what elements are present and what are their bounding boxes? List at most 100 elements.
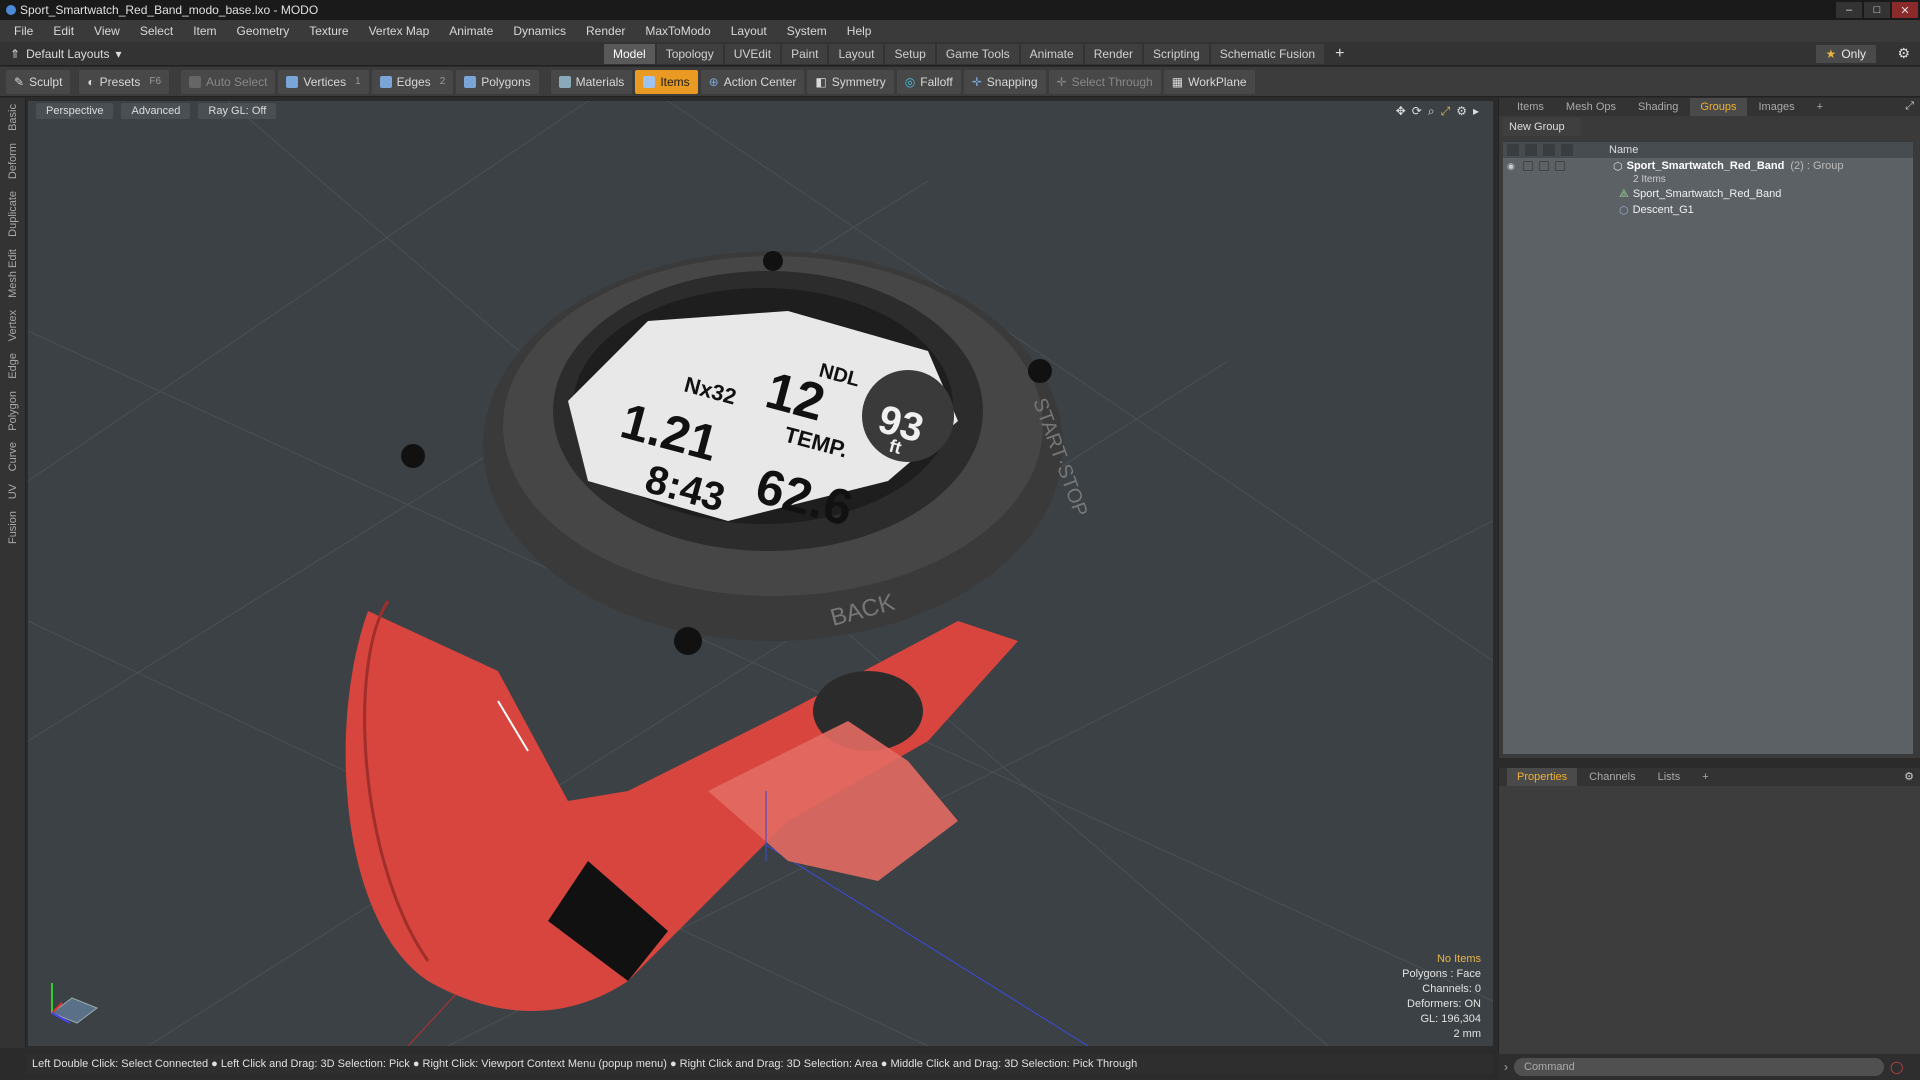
left-tab-mesh-edit[interactable]: Mesh Edit — [0, 243, 26, 304]
tab-images[interactable]: Images — [1749, 98, 1805, 116]
select-through-button[interactable]: ✛ Select Through — [1048, 69, 1161, 94]
properties-gear-icon[interactable]: ⚙ — [1904, 770, 1914, 783]
tab-topology[interactable]: Topology — [656, 44, 723, 64]
menu-render[interactable]: Render — [576, 24, 635, 38]
tab-uvedit[interactable]: UVEdit — [724, 44, 781, 64]
menu-item[interactable]: Item — [183, 24, 226, 38]
workplane-button[interactable]: ▦ WorkPlane — [1163, 69, 1255, 94]
tab-scripting[interactable]: Scripting — [1144, 44, 1209, 64]
tab-lists[interactable]: Lists — [1648, 768, 1691, 786]
menu-edit[interactable]: Edit — [43, 24, 84, 38]
add-properties-tab-icon[interactable]: + — [1692, 768, 1718, 786]
lock-column-icon[interactable] — [1543, 144, 1555, 156]
tab-properties[interactable]: Properties — [1507, 768, 1578, 786]
command-arrow-icon: › — [1504, 1060, 1508, 1074]
left-tab-fusion[interactable]: Fusion — [0, 505, 26, 550]
workplane-icon: ▦ — [1171, 74, 1184, 89]
left-tab-uv[interactable]: UV — [0, 478, 26, 505]
menu-select[interactable]: Select — [130, 24, 183, 38]
minimize-button[interactable]: – — [1836, 2, 1862, 18]
raygl-toggle[interactable]: Ray GL: Off — [198, 103, 277, 119]
menu-animate[interactable]: Animate — [439, 24, 503, 38]
new-group-button[interactable]: New Group — [1503, 118, 1581, 136]
tab-items[interactable]: Items — [1507, 98, 1554, 116]
auto-select-button[interactable]: Auto Select — [181, 69, 276, 94]
3d-viewport[interactable]: Perspective Advanced Ray GL: Off ✥ ⟳ ⌕ ⤢… — [28, 101, 1493, 1046]
tree-item-mesh[interactable]: ⟁ Sport_Smartwatch_Red_Band — [1503, 186, 1913, 202]
presets-button[interactable]: ◐ Presets F6 — [79, 69, 170, 94]
group-icon: ⬡ — [1613, 160, 1623, 173]
render-column-icon[interactable] — [1525, 144, 1537, 156]
left-tab-duplicate[interactable]: Duplicate — [0, 185, 26, 243]
menu-geometry[interactable]: Geometry — [227, 24, 300, 38]
menu-view[interactable]: View — [84, 24, 130, 38]
menu-layout[interactable]: Layout — [721, 24, 777, 38]
pan-icon[interactable]: ✥ — [1396, 104, 1406, 119]
tab-schematic-fusion[interactable]: Schematic Fusion — [1210, 44, 1325, 64]
menu-texture[interactable]: Texture — [299, 24, 358, 38]
maximize-button[interactable]: □ — [1864, 2, 1890, 18]
gear-icon[interactable]: ⚙ — [1897, 45, 1910, 62]
view-type-dropdown[interactable]: Perspective — [36, 103, 114, 119]
viewport-gear-icon[interactable]: ⚙ — [1456, 104, 1467, 119]
properties-panel: Properties Channels Lists + ⚙ — [1498, 768, 1920, 1054]
close-button[interactable]: ✕ — [1892, 2, 1918, 18]
edges-button[interactable]: Edges 2 — [371, 69, 454, 94]
only-toggle[interactable]: ★ Only — [1815, 45, 1876, 63]
star-icon: ★ — [1825, 47, 1837, 61]
tab-groups[interactable]: Groups — [1690, 98, 1747, 116]
menu-vertex-map[interactable]: Vertex Map — [359, 24, 440, 38]
left-tab-basic[interactable]: Basic — [0, 98, 26, 137]
action-center-button[interactable]: ⊕ Action Center — [700, 69, 805, 94]
menu-system[interactable]: System — [777, 24, 837, 38]
tab-mesh-ops[interactable]: Mesh Ops — [1556, 98, 1626, 116]
render-toggle-icon[interactable] — [1523, 161, 1533, 171]
menu-file[interactable]: File — [4, 24, 43, 38]
menu-maxtomodo[interactable]: MaxToModo — [635, 24, 720, 38]
materials-button[interactable]: Materials — [550, 69, 633, 94]
menu-help[interactable]: Help — [837, 24, 882, 38]
name-column-header[interactable]: Name — [1595, 144, 1638, 156]
tab-game-tools[interactable]: Game Tools — [936, 44, 1019, 64]
polygons-button[interactable]: Polygons — [456, 69, 539, 94]
falloff-button[interactable]: ◎ Falloff — [896, 69, 961, 94]
tree-item-descent[interactable]: ⬡ Descent_G1 — [1503, 202, 1913, 218]
left-tab-edge[interactable]: Edge — [0, 347, 26, 385]
items-button[interactable]: Items — [635, 69, 698, 94]
tab-animate[interactable]: Animate — [1020, 44, 1083, 64]
default-layouts-dropdown[interactable]: ⇑ Default Layouts ▾ — [0, 47, 170, 61]
lock-toggle-icon[interactable] — [1539, 161, 1549, 171]
tab-setup[interactable]: Setup — [885, 44, 935, 64]
left-tab-polygon[interactable]: Polygon — [0, 385, 26, 437]
left-tab-vertex[interactable]: Vertex — [0, 304, 26, 347]
group-row[interactable]: ◉ ⬡ Sport_Smartwatch_Red_Band (2) : Grou… — [1503, 158, 1913, 174]
visibility-column-icon[interactable] — [1507, 144, 1519, 156]
tab-channels[interactable]: Channels — [1579, 768, 1645, 786]
select-toggle-icon[interactable] — [1555, 161, 1565, 171]
command-history-icon[interactable]: ◯ — [1890, 1060, 1903, 1074]
shading-dropdown[interactable]: Advanced — [121, 103, 191, 119]
tab-model[interactable]: Model — [604, 44, 655, 64]
rotate-icon[interactable]: ⟳ — [1412, 104, 1422, 119]
add-panel-tab-icon[interactable]: + — [1807, 98, 1833, 116]
symmetry-button[interactable]: ◧ Symmetry — [807, 69, 894, 94]
tab-render[interactable]: Render — [1084, 44, 1143, 64]
expand-panel-icon[interactable]: ⤢ — [1905, 100, 1914, 113]
viewport-menu-icon[interactable]: ▸ — [1473, 104, 1479, 119]
zoom-icon[interactable]: ⌕ — [1428, 104, 1435, 119]
select-column-icon[interactable] — [1561, 144, 1573, 156]
tab-shading[interactable]: Shading — [1628, 98, 1688, 116]
sculpt-button[interactable]: ✎ Sculpt — [6, 69, 71, 94]
snapping-button[interactable]: ✛ Snapping — [963, 69, 1046, 94]
maximize-viewport-icon[interactable]: ⤢ — [1441, 104, 1451, 119]
vertices-button[interactable]: Vertices 1 — [278, 69, 369, 94]
layout-bar: ⇑ Default Layouts ▾ Model Topology UVEdi… — [0, 42, 1920, 66]
eye-icon[interactable]: ◉ — [1507, 161, 1517, 171]
add-tab-button[interactable]: + — [1326, 44, 1353, 64]
left-tab-deform[interactable]: Deform — [0, 137, 26, 185]
tab-paint[interactable]: Paint — [782, 44, 828, 64]
tab-layout[interactable]: Layout — [829, 44, 884, 64]
command-input[interactable]: Command — [1514, 1058, 1884, 1076]
left-tab-curve[interactable]: Curve — [0, 436, 26, 477]
menu-dynamics[interactable]: Dynamics — [503, 24, 576, 38]
